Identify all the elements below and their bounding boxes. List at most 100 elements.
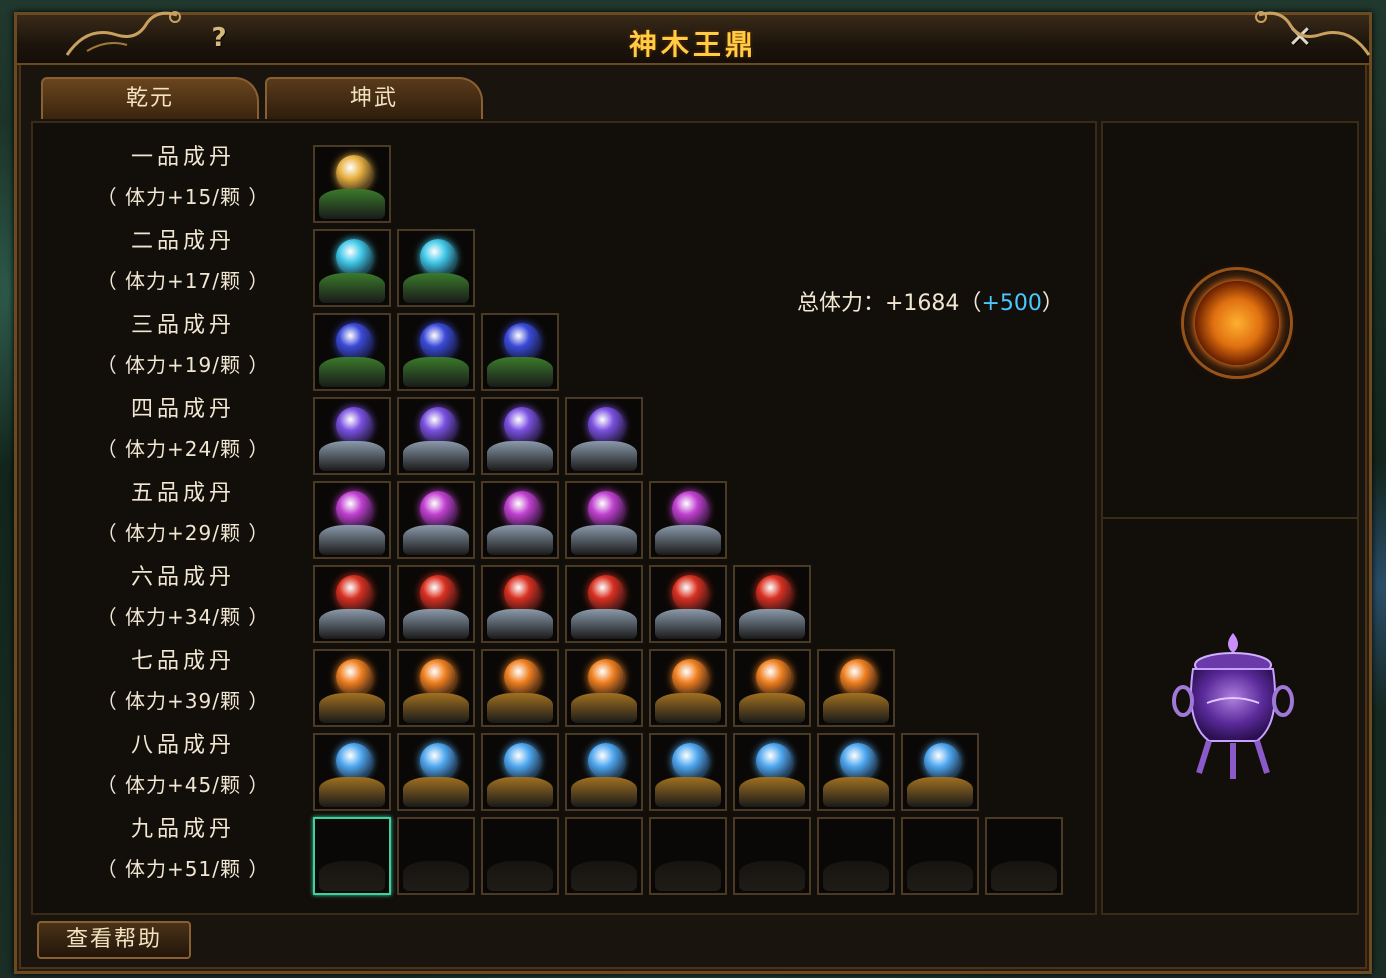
pill-row-label: 九品成丹 （ 体力+51/颗 ） xyxy=(83,811,283,889)
pill-slot[interactable] xyxy=(313,313,391,391)
pill-slot[interactable] xyxy=(313,733,391,811)
empty-pill-slot[interactable] xyxy=(481,817,559,895)
pill-orb-icon xyxy=(504,659,540,695)
pill-slot[interactable] xyxy=(397,397,475,475)
pill-stand-icon xyxy=(403,777,469,807)
pill-slot[interactable] xyxy=(565,733,643,811)
pill-slot[interactable] xyxy=(565,481,643,559)
pill-row-label: 七品成丹 （ 体力+39/颗 ） xyxy=(83,643,283,721)
empty-pill-slot[interactable] xyxy=(901,817,979,895)
pill-row-label: 二品成丹 （ 体力+17/颗 ） xyxy=(83,223,283,301)
pill-slot[interactable] xyxy=(313,229,391,307)
pill-row-label: 八品成丹 （ 体力+45/颗 ） xyxy=(83,727,283,805)
pill-slot[interactable] xyxy=(817,733,895,811)
pill-orb-icon xyxy=(504,491,540,527)
pill-grade-bonus: （ 体力+19/颗 ） xyxy=(96,353,270,377)
pill-row-label: 三品成丹 （ 体力+19/颗 ） xyxy=(83,307,283,385)
pill-stand-icon xyxy=(319,861,385,891)
empty-pill-slot[interactable] xyxy=(733,817,811,895)
pill-slot[interactable] xyxy=(313,565,391,643)
pill-slot[interactable] xyxy=(397,565,475,643)
pill-slot[interactable] xyxy=(565,565,643,643)
pill-orb-icon xyxy=(336,659,372,695)
pill-slot[interactable] xyxy=(313,481,391,559)
fire-orb-icon xyxy=(1195,281,1279,365)
pill-grade-bonus: （ 体力+24/颗 ） xyxy=(96,437,270,461)
pill-stand-icon xyxy=(319,609,385,639)
pill-stand-icon xyxy=(571,525,637,555)
pill-stand-icon xyxy=(319,357,385,387)
pill-slot[interactable] xyxy=(649,481,727,559)
pill-orb-icon xyxy=(588,743,624,779)
pill-slot[interactable] xyxy=(481,733,559,811)
pill-grade-name: 六品成丹 xyxy=(130,565,235,590)
pill-grade-name: 一品成丹 xyxy=(130,145,235,170)
pill-slot[interactable] xyxy=(397,229,475,307)
pill-stand-icon xyxy=(655,693,721,723)
pill-slot[interactable] xyxy=(397,481,475,559)
empty-pill-slot[interactable] xyxy=(649,817,727,895)
pill-stand-icon xyxy=(319,777,385,807)
pill-stand-icon xyxy=(571,693,637,723)
pill-stand-icon xyxy=(487,357,553,387)
pill-grid-panel: 总体力：+1684（+500） 一品成丹 （ 体力+15/颗 ） 二品成丹 （ 体力+… xyxy=(31,121,1097,915)
empty-pill-slot[interactable] xyxy=(397,817,475,895)
pill-slot[interactable] xyxy=(649,649,727,727)
pill-slot[interactable] xyxy=(481,649,559,727)
pill-stand-icon xyxy=(571,777,637,807)
pill-stand-icon xyxy=(319,441,385,471)
pill-grade-bonus: （ 体力+17/颗 ） xyxy=(96,269,270,293)
pill-orb-icon xyxy=(504,407,540,443)
pill-slot[interactable] xyxy=(649,565,727,643)
pill-slot[interactable] xyxy=(313,649,391,727)
pill-slot[interactable] xyxy=(817,649,895,727)
pill-slot[interactable] xyxy=(313,397,391,475)
pill-row-label: 六品成丹 （ 体力+34/颗 ） xyxy=(83,559,283,637)
pill-orb-icon xyxy=(420,491,456,527)
pill-orb-icon xyxy=(588,491,624,527)
pill-slot[interactable] xyxy=(733,565,811,643)
pill-slot[interactable] xyxy=(481,565,559,643)
pill-grade-name: 九品成丹 xyxy=(130,817,235,842)
tab-kunwu[interactable]: 坤武 xyxy=(265,77,483,119)
pill-slot[interactable] xyxy=(481,397,559,475)
total-stamina-bonus: +500 xyxy=(981,291,1042,316)
tab-qianyuan[interactable]: 乾元 xyxy=(41,77,259,119)
pill-slot[interactable] xyxy=(397,649,475,727)
pill-stand-icon xyxy=(403,693,469,723)
pill-stand-icon xyxy=(403,525,469,555)
pill-slot[interactable] xyxy=(565,649,643,727)
pill-orb-icon xyxy=(756,743,792,779)
view-help-button[interactable]: 查看帮助 xyxy=(37,921,191,959)
pill-grade-bonus: （ 体力+39/颗 ） xyxy=(96,689,270,713)
pill-slot[interactable] xyxy=(397,313,475,391)
empty-pill-slot[interactable] xyxy=(313,817,391,895)
empty-pill-slot[interactable] xyxy=(985,817,1063,895)
pill-slot[interactable] xyxy=(397,733,475,811)
pill-grade-bonus: （ 体力+51/颗 ） xyxy=(96,857,270,881)
pill-orb-icon xyxy=(504,743,540,779)
pill-row-label: 五品成丹 （ 体力+29/颗 ） xyxy=(83,475,283,553)
cauldron-window: ? 神木王鼎 ✕ 乾元 坤武 总体力：+1684（+500） 一品成丹 （ 体力+… xyxy=(14,11,1372,974)
pill-slot[interactable] xyxy=(481,313,559,391)
pill-orb-icon xyxy=(420,575,456,611)
pill-slot[interactable] xyxy=(733,733,811,811)
pill-slot[interactable] xyxy=(733,649,811,727)
pill-slot[interactable] xyxy=(565,397,643,475)
pill-orb-icon xyxy=(840,659,876,695)
pill-slot[interactable] xyxy=(313,145,391,223)
pill-stand-icon xyxy=(739,777,805,807)
pill-stand-icon xyxy=(487,861,553,891)
pill-orb-icon xyxy=(588,407,624,443)
pill-slot[interactable] xyxy=(901,733,979,811)
pill-orb-icon xyxy=(504,323,540,359)
empty-pill-slot[interactable] xyxy=(817,817,895,895)
pill-slot[interactable] xyxy=(481,481,559,559)
empty-pill-slot[interactable] xyxy=(565,817,643,895)
pill-stand-icon xyxy=(403,273,469,303)
purple-cauldron-icon xyxy=(1172,633,1294,779)
pill-stand-icon xyxy=(487,441,553,471)
title-bar[interactable]: ? 神木王鼎 ✕ xyxy=(17,11,1371,65)
pill-orb-icon xyxy=(336,743,372,779)
pill-slot[interactable] xyxy=(649,733,727,811)
